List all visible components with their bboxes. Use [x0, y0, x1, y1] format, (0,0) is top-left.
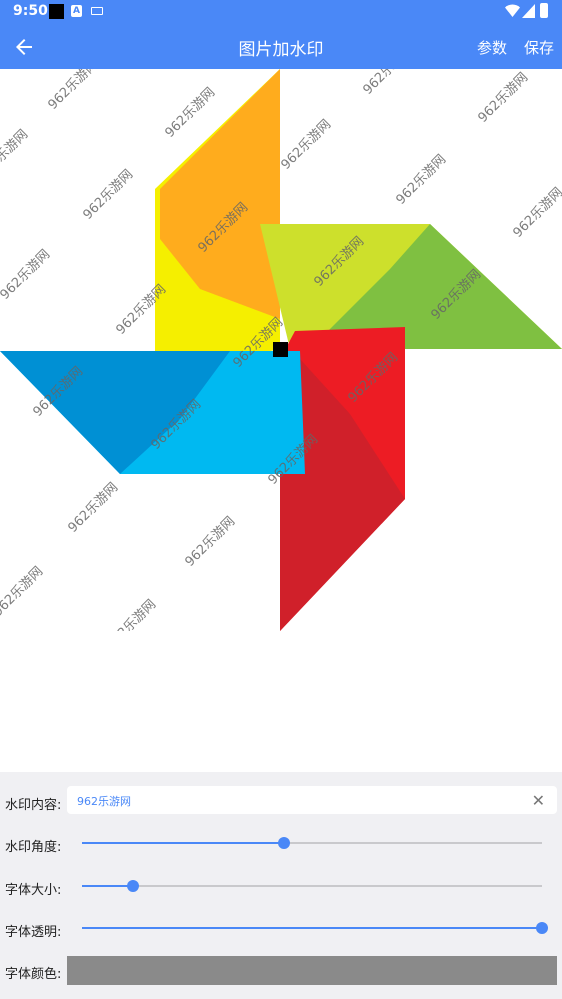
slider-thumb[interactable] [126, 880, 139, 892]
image-preview: 962乐游网 962乐游网 962乐游网 962乐游网 962乐游网 962乐游… [0, 69, 562, 631]
clear-icon[interactable]: ✕ [532, 791, 545, 810]
slider-thumb[interactable] [278, 837, 291, 849]
color-label: 字体颜色: [5, 967, 62, 982]
wifi-icon [505, 4, 520, 17]
watermark-content-input[interactable]: 962乐游网 ✕ [67, 786, 557, 814]
opacity-label: 字体透明: [5, 925, 62, 940]
size-slider[interactable] [82, 880, 542, 892]
slider-thumb[interactable] [536, 922, 548, 934]
size-label: 字体大小: [5, 883, 62, 898]
status-time: 9:50 [13, 3, 48, 19]
keyboard-icon [91, 7, 103, 15]
app-bar: 图片加水印 参数 保存 [0, 24, 562, 69]
save-button[interactable]: 保存 [524, 37, 554, 58]
cell-signal-icon [522, 4, 535, 18]
notification-app-icon [49, 4, 64, 19]
opacity-slider[interactable] [82, 922, 548, 934]
status-bar: 9:50 A [0, 0, 562, 24]
content-label: 水印内容: [5, 798, 62, 813]
font-color-swatch[interactable] [67, 956, 557, 985]
angle-label: 水印角度: [5, 840, 62, 855]
settings-panel: 水印内容: 962乐游网 ✕ 水印角度: 字体大小: 字体透明: 字体颜色: [0, 772, 562, 999]
angle-slider[interactable] [82, 837, 542, 849]
params-button[interactable]: 参数 [477, 37, 507, 58]
notification-a-icon: A [71, 5, 82, 17]
content-value: 962乐游网 [77, 795, 131, 808]
battery-icon [540, 3, 548, 18]
